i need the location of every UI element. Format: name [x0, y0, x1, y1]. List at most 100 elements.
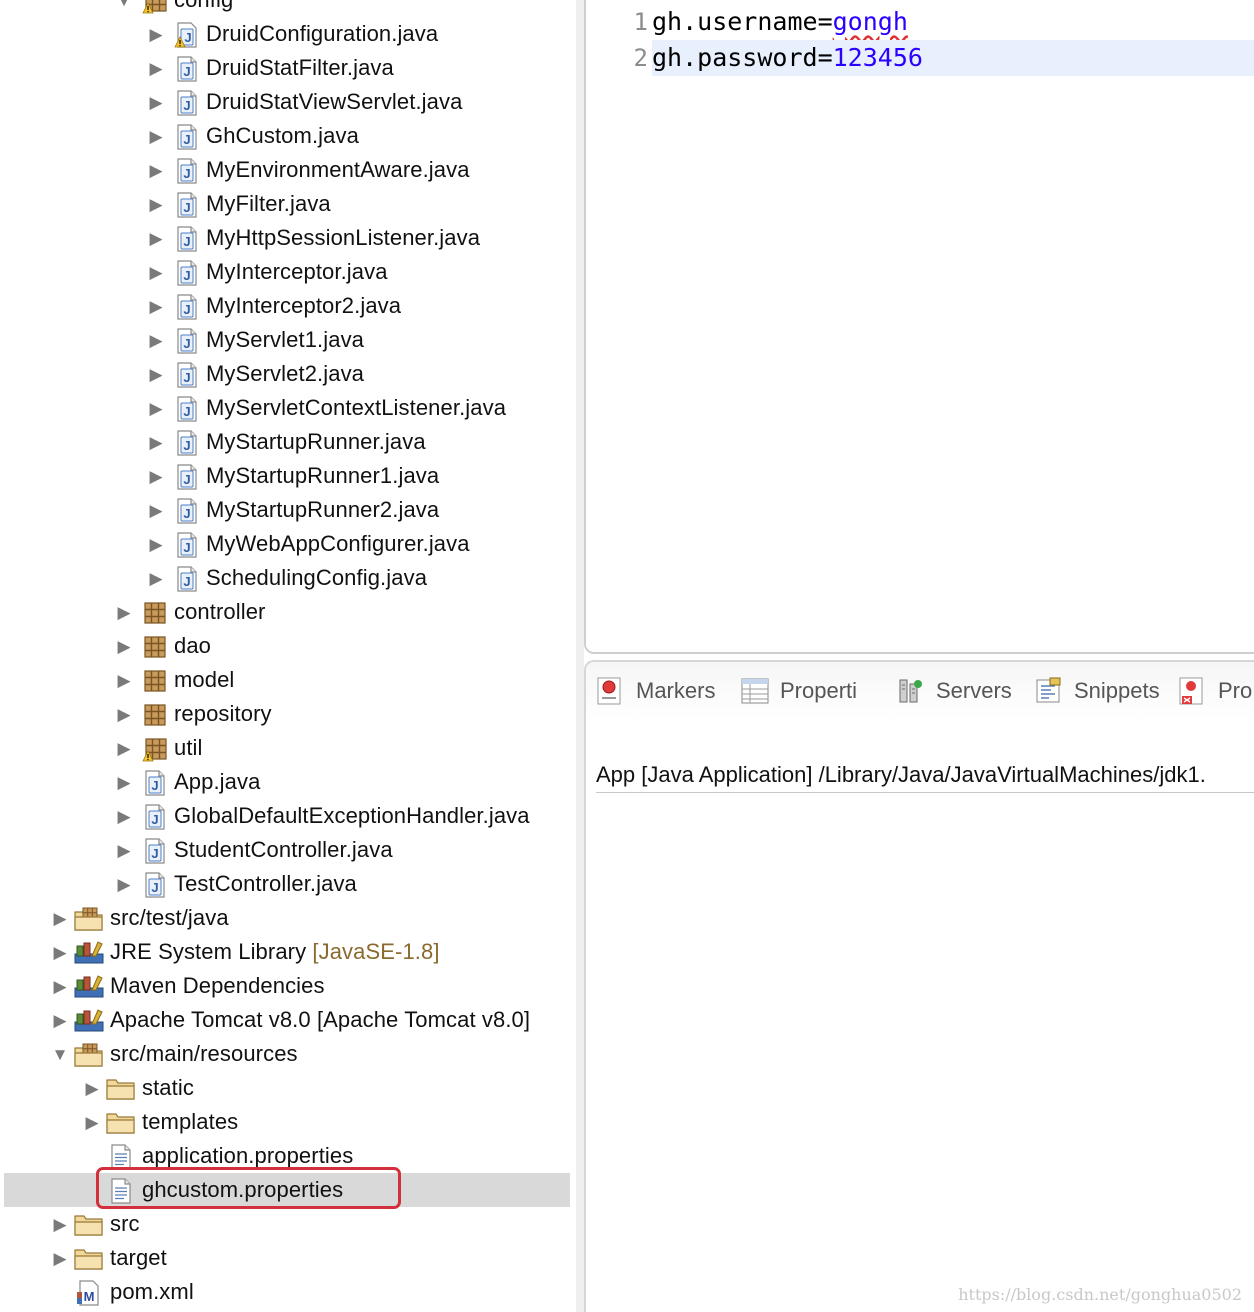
tree-row[interactable]: ▶ repository	[0, 697, 576, 731]
tree-row[interactable]: ▶ J MyStartupRunner.java	[0, 425, 576, 459]
tree-expand-arrow-icon[interactable]: ▶	[49, 901, 71, 935]
tree-row[interactable]: ▶ src	[0, 1207, 576, 1241]
tree-row[interactable]: ▶ J MyHttpSessionListener.java	[0, 221, 576, 255]
tree-row[interactable]: ▶ Apache Tomcat v8.0 [Apache Tomcat v8.0]	[0, 1003, 576, 1037]
tree-row[interactable]: ▶ J DruidStatFilter.java	[0, 51, 576, 85]
tree-expand-arrow-icon[interactable]: ▶	[49, 1207, 71, 1241]
tree-collapse-arrow-icon[interactable]: ▼	[113, 0, 135, 17]
tree-item-text: App.java	[174, 769, 261, 794]
tree-row[interactable]: ▶ controller	[0, 595, 576, 629]
tree-row[interactable]: ▶ Maven Dependencies	[0, 969, 576, 1003]
tree-row[interactable]: ▶ dao	[0, 629, 576, 663]
tree-row[interactable]: ▶ J DruidStatViewServlet.java	[0, 85, 576, 119]
java-file-icon: J	[174, 464, 200, 490]
tree-expand-arrow-icon[interactable]: ▶	[113, 697, 135, 731]
tree-expand-arrow-icon[interactable]: ▶	[145, 221, 167, 255]
tree-expand-arrow-icon[interactable]: ▶	[145, 357, 167, 391]
tree-row[interactable]: ▶ J MyStartupRunner1.java	[0, 459, 576, 493]
tree-collapse-arrow-icon[interactable]: ▼	[49, 1037, 71, 1071]
svg-text:J: J	[183, 472, 190, 487]
tree-row[interactable]: ▶ util	[0, 731, 576, 765]
tree-row[interactable]: ▶ templates	[0, 1105, 576, 1139]
tree-java-file-label: GlobalDefaultExceptionHandler.java	[174, 799, 530, 833]
tree-row[interactable]: ▶ src/test/java	[0, 901, 576, 935]
tree-expand-arrow-icon[interactable]: ▶	[49, 935, 71, 969]
tree-row[interactable]: ▶ J MyInterceptor2.java	[0, 289, 576, 323]
tree-expand-arrow-icon[interactable]: ▶	[113, 663, 135, 697]
tree-expand-arrow-icon[interactable]: ▶	[145, 85, 167, 119]
tree-expand-arrow-icon[interactable]: ▶	[145, 459, 167, 493]
tree-expand-arrow-icon[interactable]: ▶	[49, 1003, 71, 1037]
panel-tab-pro[interactable]: Pro	[1178, 662, 1252, 720]
panel-tab-markers[interactable]: Markers	[596, 662, 715, 720]
properties-editor[interactable]: 1 gh.username=gongh 2 gh.password=123456	[584, 0, 1254, 654]
tree-row[interactable]: ▶ J MyWebAppConfigurer.java	[0, 527, 576, 561]
tree-row[interactable]: ▶ J MyInterceptor.java	[0, 255, 576, 289]
tree-row[interactable]: Mpom.xml	[0, 1275, 576, 1309]
tree-expand-arrow-icon[interactable]: ▶	[145, 561, 167, 595]
tree-expand-arrow-icon[interactable]: ▶	[145, 153, 167, 187]
tree-expand-arrow-icon[interactable]: ▶	[113, 731, 135, 765]
tree-folder-src-label: src	[110, 1207, 140, 1241]
java-file-icon: J	[174, 192, 200, 218]
panel-tab-snippets[interactable]: Snippets	[1034, 662, 1160, 720]
tree-expand-arrow-icon[interactable]: ▶	[113, 833, 135, 867]
tree-expand-arrow-icon[interactable]: ▶	[145, 119, 167, 153]
tree-expand-arrow-icon[interactable]: ▶	[145, 323, 167, 357]
tree-expand-arrow-icon[interactable]: ▶	[145, 391, 167, 425]
tree-java-file-label: SchedulingConfig.java	[206, 561, 427, 595]
tree-expand-arrow-icon[interactable]: ▶	[145, 255, 167, 289]
tree-row[interactable]: ▶ J MyServlet1.java	[0, 323, 576, 357]
tree-item-text: MyServletContextListener.java	[206, 395, 507, 420]
tree-row[interactable]: ▶ J MyStartupRunner2.java	[0, 493, 576, 527]
tree-row[interactable]: ▶ J StudentController.java	[0, 833, 576, 867]
panel-tab-properti[interactable]: Properti	[740, 662, 857, 720]
tree-item-text: config	[174, 0, 233, 12]
source-folder-icon	[74, 1042, 104, 1068]
view-splitter[interactable]	[576, 0, 584, 1312]
tree-expand-arrow-icon[interactable]: ▶	[145, 425, 167, 459]
tree-row[interactable]: ▶ J App.java	[0, 765, 576, 799]
tree-item-text: target	[110, 1245, 167, 1270]
tree-item-text: MyWebAppConfigurer.java	[206, 531, 470, 556]
tree-expand-arrow-icon[interactable]: ▶	[113, 799, 135, 833]
tree-expand-arrow-icon[interactable]: ▶	[145, 493, 167, 527]
tree-expand-arrow-icon[interactable]: ▶	[49, 1241, 71, 1275]
folder-icon	[106, 1110, 136, 1136]
project-explorer: ▼ config ▶ J DruidConfiguration.java ▶ J DruidS…	[0, 0, 576, 1312]
tree-expand-arrow-icon[interactable]: ▶	[113, 629, 135, 663]
tree-row[interactable]: ▶ J SchedulingConfig.java	[0, 561, 576, 595]
tree-row[interactable]: ▶ J GlobalDefaultExceptionHandler.java	[0, 799, 576, 833]
tree-row[interactable]: ▶ J MyEnvironmentAware.java	[0, 153, 576, 187]
code-line-current[interactable]: gh.password=123456	[652, 40, 1254, 76]
tree-expand-arrow-icon[interactable]: ▶	[81, 1105, 103, 1139]
tree-row[interactable]: ▶ J MyServlet2.java	[0, 357, 576, 391]
tree-row[interactable]: ▼ src/main/resources	[0, 1037, 576, 1071]
code-line[interactable]: gh.username=gongh	[586, 4, 1254, 40]
tree-expand-arrow-icon[interactable]: ▶	[145, 187, 167, 221]
tree-expand-arrow-icon[interactable]: ▶	[113, 765, 135, 799]
tree-expand-arrow-icon[interactable]: ▶	[145, 17, 167, 51]
tree-item-text: MyInterceptor.java	[206, 259, 388, 284]
tree-row[interactable]: ▶ model	[0, 663, 576, 697]
tree-row[interactable]: ▶ J GhCustom.java	[0, 119, 576, 153]
tree-expand-arrow-icon[interactable]: ▶	[49, 969, 71, 1003]
tree-expand-arrow-icon[interactable]: ▶	[145, 289, 167, 323]
tree-row[interactable]: ▼ config	[0, 0, 576, 17]
tree-row[interactable]: ▶ J MyServletContextListener.java	[0, 391, 576, 425]
tree-row[interactable]: ▶ JRE System Library [JavaSE-1.8]	[0, 935, 576, 969]
tree-row[interactable]: ▶ static	[0, 1071, 576, 1105]
property-key: gh.username=	[652, 7, 833, 36]
svg-text:J: J	[183, 166, 190, 181]
tree-expand-arrow-icon[interactable]: ▶	[145, 51, 167, 85]
tree-expand-arrow-icon[interactable]: ▶	[113, 595, 135, 629]
tree-row[interactable]: ▶ J DruidConfiguration.java	[0, 17, 576, 51]
tree-row[interactable]: ▶ target	[0, 1241, 576, 1275]
tree-row[interactable]: ▶ J TestController.java	[0, 867, 576, 901]
tree-row[interactable]: ▶ J MyFilter.java	[0, 187, 576, 221]
panel-tab-servers[interactable]: Servers	[896, 662, 1012, 720]
tree-expand-arrow-icon[interactable]: ▶	[81, 1071, 103, 1105]
tree-expand-arrow-icon[interactable]: ▶	[113, 867, 135, 901]
tree-package-label: dao	[174, 629, 211, 663]
tree-expand-arrow-icon[interactable]: ▶	[145, 527, 167, 561]
